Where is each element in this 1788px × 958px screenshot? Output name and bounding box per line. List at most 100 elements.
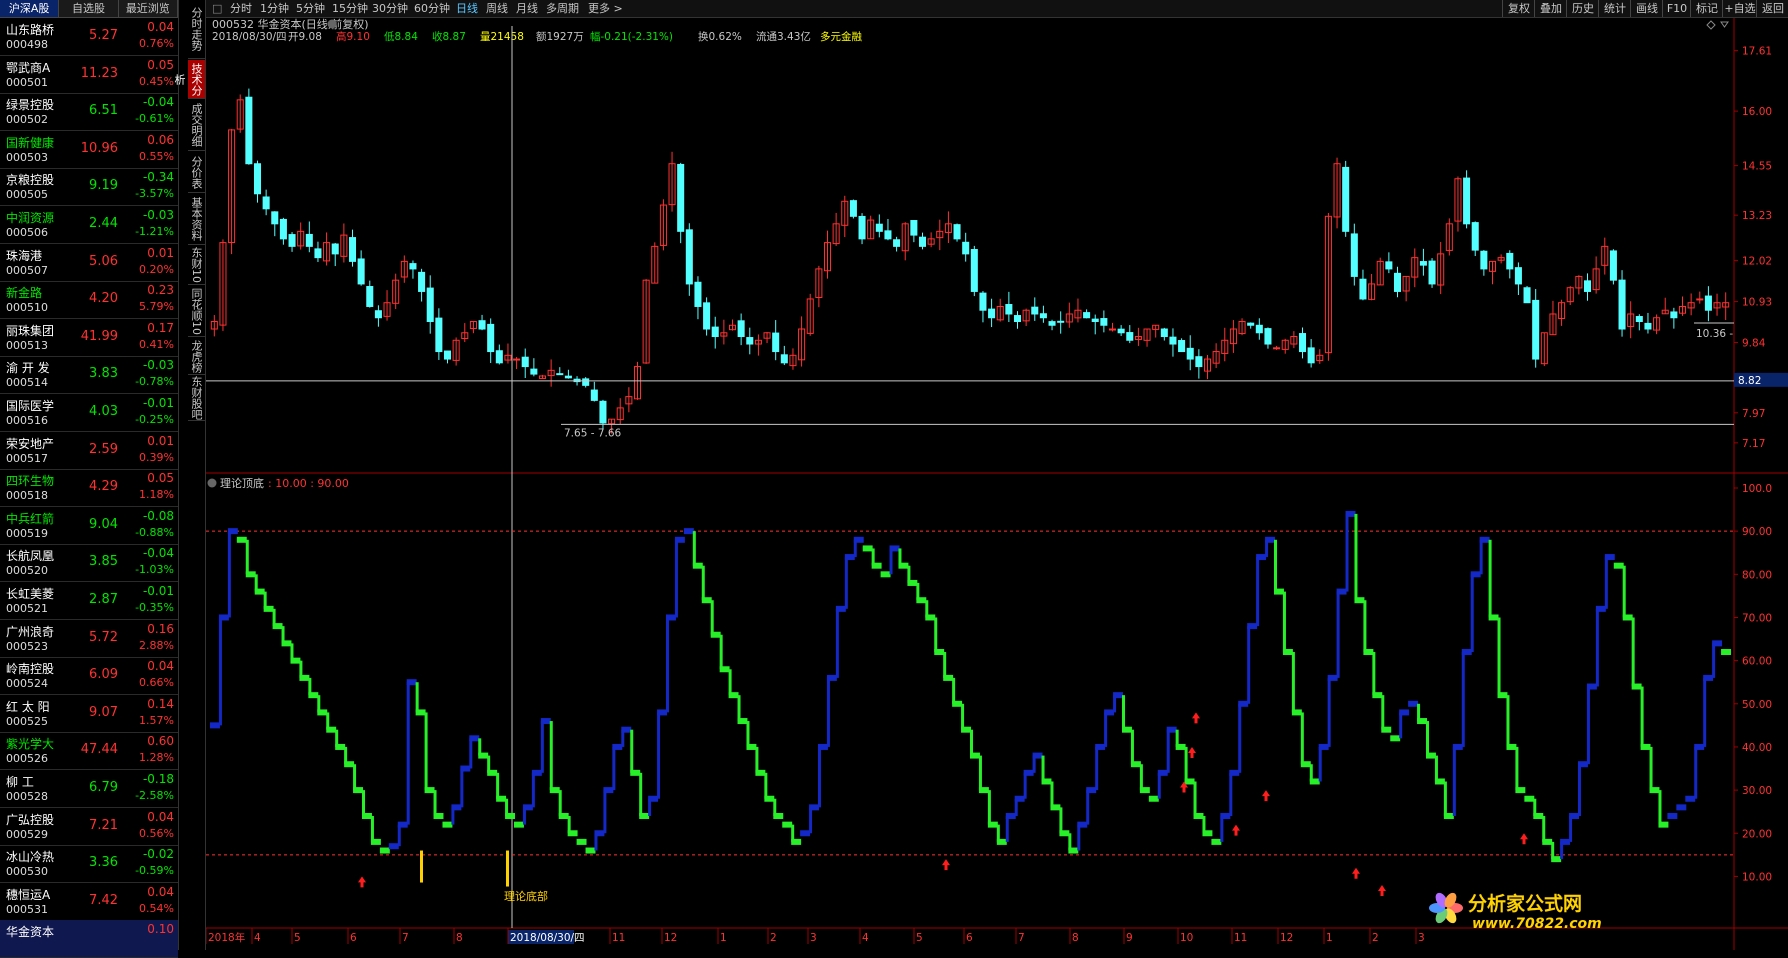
- candle-body: [513, 358, 521, 361]
- stock-row[interactable]: 冰山冷热 000530 3.36 -0.02 -0.59%: [0, 845, 178, 884]
- indicator-bar: [1551, 841, 1555, 860]
- toolbar-button[interactable]: F10: [1662, 0, 1691, 17]
- stock-row[interactable]: 国新健康 000503 10.96 0.06 0.55%: [0, 131, 178, 169]
- indicator-bar: [1631, 617, 1635, 687]
- period-tab[interactable]: 多周期: [546, 0, 579, 17]
- vertical-tab[interactable]: 东财10: [188, 246, 205, 285]
- toolbar-button[interactable]: 标记: [1690, 0, 1723, 17]
- toolbar-button[interactable]: 叠加: [1534, 0, 1567, 17]
- indicator-bar: [674, 539, 678, 618]
- period-tab[interactable]: 分时: [230, 0, 252, 17]
- vertical-tab-bar: 分时走势 技术分析 成交明细 分价表 基本资料 东财10 同花顺10 龙虎榜 东财股吧: [173, 0, 206, 950]
- stock-row[interactable]: 华金资本 0.10: [0, 920, 178, 958]
- stock-list-tab[interactable]: 最近浏览: [119, 0, 178, 17]
- indicator-bar: [639, 772, 643, 816]
- vertical-tab[interactable]: 东财股吧: [188, 376, 205, 421]
- stock-change: -0.03: [142, 208, 174, 222]
- indicator-dropdown-icon[interactable]: [207, 478, 217, 488]
- vertical-tab[interactable]: 分价表: [188, 152, 205, 193]
- stock-row[interactable]: 荣安地产 000517 2.59 0.01 0.39%: [0, 432, 178, 470]
- indicator-bar: [1417, 703, 1421, 722]
- time-label: 6: [350, 932, 357, 944]
- candle-body: [426, 287, 434, 322]
- indicator-bar: [576, 838, 587, 845]
- period-tab[interactable]: 1分钟: [260, 0, 289, 17]
- stock-row[interactable]: 山东路桥 000498 5.27 0.04 0.76%: [0, 18, 178, 56]
- candle-body: [1385, 261, 1393, 270]
- stock-name: 鄂武商A: [6, 60, 51, 75]
- candle-body: [1048, 321, 1056, 326]
- indicator-bar: [370, 816, 374, 842]
- stock-row[interactable]: 绿景控股 000502 6.51 -0.04 -0.61%: [0, 93, 178, 132]
- stock-row[interactable]: 四环生物 000518 4.29 0.05 1.18%: [0, 469, 178, 508]
- chart-area[interactable]: 000532 华金资本(日线,前复权) 2018/08/30/四 开9.08 高9.1…: [205, 17, 1788, 950]
- panel-toggle-icon[interactable]: □: [212, 0, 222, 17]
- info-dropdown-icon[interactable]: [327, 19, 337, 29]
- toolbar-button[interactable]: 复权: [1502, 0, 1535, 17]
- time-label: 5: [294, 932, 301, 944]
- stock-row[interactable]: 国际医学 000516 4.03 -0.01 -0.25%: [0, 394, 178, 432]
- stock-row[interactable]: 新金路 000510 4.20 0.23 5.79%: [0, 281, 178, 320]
- vertical-tab[interactable]: 龙虎榜: [188, 338, 205, 375]
- candle-body: [1195, 356, 1203, 368]
- indicator-bar: [1479, 539, 1483, 575]
- period-tab[interactable]: 周线: [486, 0, 508, 17]
- period-tab[interactable]: 月线: [516, 0, 538, 17]
- toolbar-button[interactable]: 画线: [1630, 0, 1663, 17]
- stock-row[interactable]: 京粮控股 000505 9.19 -0.34 -3.57%: [0, 168, 178, 207]
- time-label: 9: [1126, 932, 1133, 944]
- time-label: 12: [664, 932, 677, 944]
- vertical-tab[interactable]: 成交明细: [188, 100, 205, 151]
- stock-row[interactable]: 红 太 阳 000525 9.07 0.14 1.57%: [0, 695, 178, 733]
- indicator-bar: [1256, 557, 1260, 627]
- stock-list-tab[interactable]: 沪深A股: [0, 0, 60, 17]
- stock-change: 0.17: [147, 320, 174, 335]
- period-tab[interactable]: 更多 >: [588, 0, 623, 17]
- stock-row[interactable]: 丽珠集团 000513 41.99 0.17 0.41%: [0, 319, 178, 357]
- period-tab[interactable]: 30分钟: [372, 0, 408, 17]
- period-tab[interactable]: 5分钟: [296, 0, 325, 17]
- stock-row[interactable]: 中润资源 000506 2.44 -0.03 -1.21%: [0, 206, 178, 244]
- toolbar-button[interactable]: 返回: [1756, 0, 1788, 17]
- candle-body: [1428, 260, 1436, 285]
- stock-name: 紫光学大: [6, 737, 55, 752]
- stock-row[interactable]: 紫光学大 000526 47.44 0.60 1.28%: [0, 732, 178, 771]
- stock-name: 广弘控股: [6, 812, 55, 827]
- stock-row[interactable]: 长虹美菱 000521 2.87 -0.01 -0.35%: [0, 582, 178, 620]
- vertical-tab[interactable]: 分时走势: [188, 0, 205, 59]
- vertical-tab[interactable]: 基本资料: [188, 194, 205, 245]
- stock-row[interactable]: 中兵红箭 000519 9.04 -0.08 -0.88%: [0, 507, 178, 545]
- stock-row[interactable]: 广弘控股 000529 7.21 0.04 0.56%: [0, 808, 178, 846]
- stock-row[interactable]: 广州浪奇 000523 5.72 0.16 2.88%: [0, 620, 178, 658]
- period-tab[interactable]: 15分钟: [332, 0, 368, 17]
- stock-change-pct: -1.21%: [135, 225, 174, 238]
- vertical-tab[interactable]: 技术分析: [173, 60, 205, 99]
- toolbar-button[interactable]: +自选: [1722, 0, 1757, 17]
- stock-row[interactable]: 柳 工 000528 6.79 -0.18 -2.58%: [0, 770, 178, 808]
- candle-body: [366, 286, 374, 307]
- indicator-bar: [1497, 617, 1501, 696]
- period-tab[interactable]: 日线: [456, 0, 478, 17]
- stock-row[interactable]: 穗恒运A 000531 7.42 0.04 0.54%: [0, 883, 178, 921]
- indicator-bar: [1023, 772, 1027, 799]
- stock-row[interactable]: 岭南控股 000524 6.09 0.04 0.66%: [0, 657, 178, 696]
- stock-row[interactable]: 渝 开 发 000514 3.83 -0.03 -0.78%: [0, 356, 178, 395]
- chart-svg[interactable]: 000532 华金资本(日线,前复权)2018/08/30/四 开9.08 高9.1…: [205, 17, 1788, 950]
- stock-list-tab[interactable]: 自选股: [59, 0, 119, 17]
- vertical-tab[interactable]: 同花顺10: [188, 286, 205, 337]
- time-label: 6: [966, 932, 973, 944]
- toolbar-button[interactable]: 统计: [1598, 0, 1631, 17]
- stock-price: 11.23: [80, 65, 118, 81]
- stock-change: -0.01: [142, 396, 174, 410]
- indicator-tick-label: 60.00: [1742, 656, 1772, 668]
- stock-row[interactable]: 长航凤凰 000520 3.85 -0.04 -1.03%: [0, 544, 178, 583]
- right-price-label: 10.36 -: [1696, 328, 1733, 340]
- candle-body: [1186, 347, 1194, 360]
- stock-row[interactable]: 珠海港 000507 5.06 0.01 0.20%: [0, 244, 178, 282]
- stock-row[interactable]: 鄂武商A 000501 11.23 0.05 0.45%: [0, 56, 178, 94]
- indicator-name: 理论顶底: [220, 476, 264, 490]
- toolbar-button[interactable]: 历史: [1566, 0, 1599, 17]
- period-tab[interactable]: 60分钟: [414, 0, 450, 17]
- info-field: 流通3.43亿: [756, 30, 811, 43]
- indicator-bar: [1113, 695, 1117, 713]
